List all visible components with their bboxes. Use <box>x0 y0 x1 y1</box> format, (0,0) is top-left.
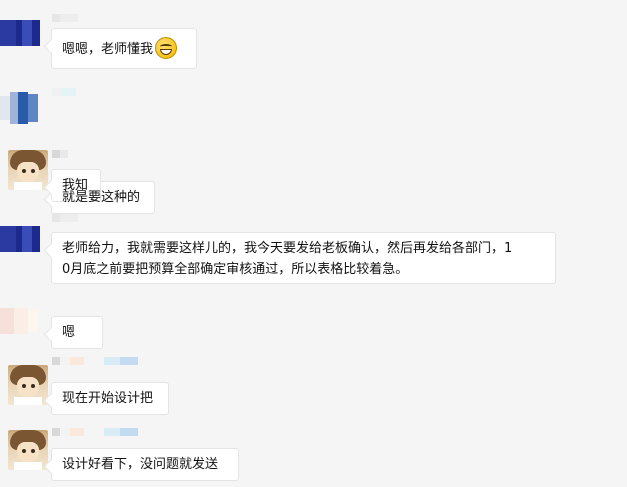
message-text-line-1: 老师给力，我就需要这样儿的，我今天要发给老板确认，然后再发给各部门，1 <box>62 241 513 256</box>
sender-name-redacted <box>52 428 138 436</box>
sender-name-redacted <box>52 14 78 22</box>
message-text: 嗯嗯，老师懂我 <box>62 42 154 57</box>
message-text: 现在开始设计把 <box>62 391 154 406</box>
message-text: 我知 <box>62 178 89 193</box>
avatar[interactable] <box>8 430 48 470</box>
chat-message: 就是要这种的 <box>0 80 627 214</box>
avatar[interactable] <box>0 226 40 252</box>
avatar[interactable] <box>8 150 48 190</box>
grinning-face-icon <box>155 37 178 59</box>
chat-message: 嗯嗯，老师懂我 <box>0 0 627 70</box>
chat-message-list[interactable]: 嗯嗯，老师懂我 就是要这种的 我知 老师给力，我就需要这样儿的，我今天要发给老板… <box>0 0 627 487</box>
chat-message: 老师给力，我就需要这样儿的，我今天要发给老板确认，然后再发给各部门，1 0月底之… <box>0 212 627 292</box>
message-bubble[interactable]: 老师给力，我就需要这样儿的，我今天要发给老板确认，然后再发给各部门，1 0月底之… <box>51 232 556 284</box>
message-bubble[interactable]: 现在开始设计把 <box>51 382 169 415</box>
message-bubble[interactable]: 嗯 <box>51 316 103 349</box>
avatar[interactable] <box>8 365 48 405</box>
message-bubble[interactable]: 嗯嗯，老师懂我 <box>51 28 197 69</box>
message-bubble[interactable]: 设计好看下，没问题就发送 <box>51 448 239 481</box>
message-text: 设计好看下，没问题就发送 <box>62 457 219 472</box>
avatar[interactable] <box>0 300 40 340</box>
avatar[interactable] <box>0 20 40 46</box>
sender-name-redacted <box>52 150 68 158</box>
chat-message: 设计好看下，没问题就发送 <box>0 420 627 487</box>
avatar[interactable] <box>0 86 40 126</box>
chat-message: 嗯 <box>0 296 627 349</box>
message-text: 嗯 <box>62 325 76 340</box>
sender-name-redacted <box>52 214 78 222</box>
sender-name-redacted <box>52 88 76 96</box>
message-text-line-2: 0月底之前要把预算全部确定审核通过，所以表格比较着急。 <box>62 262 409 277</box>
chat-message: 现在开始设计把 <box>0 355 627 415</box>
sender-name-redacted <box>52 357 138 365</box>
